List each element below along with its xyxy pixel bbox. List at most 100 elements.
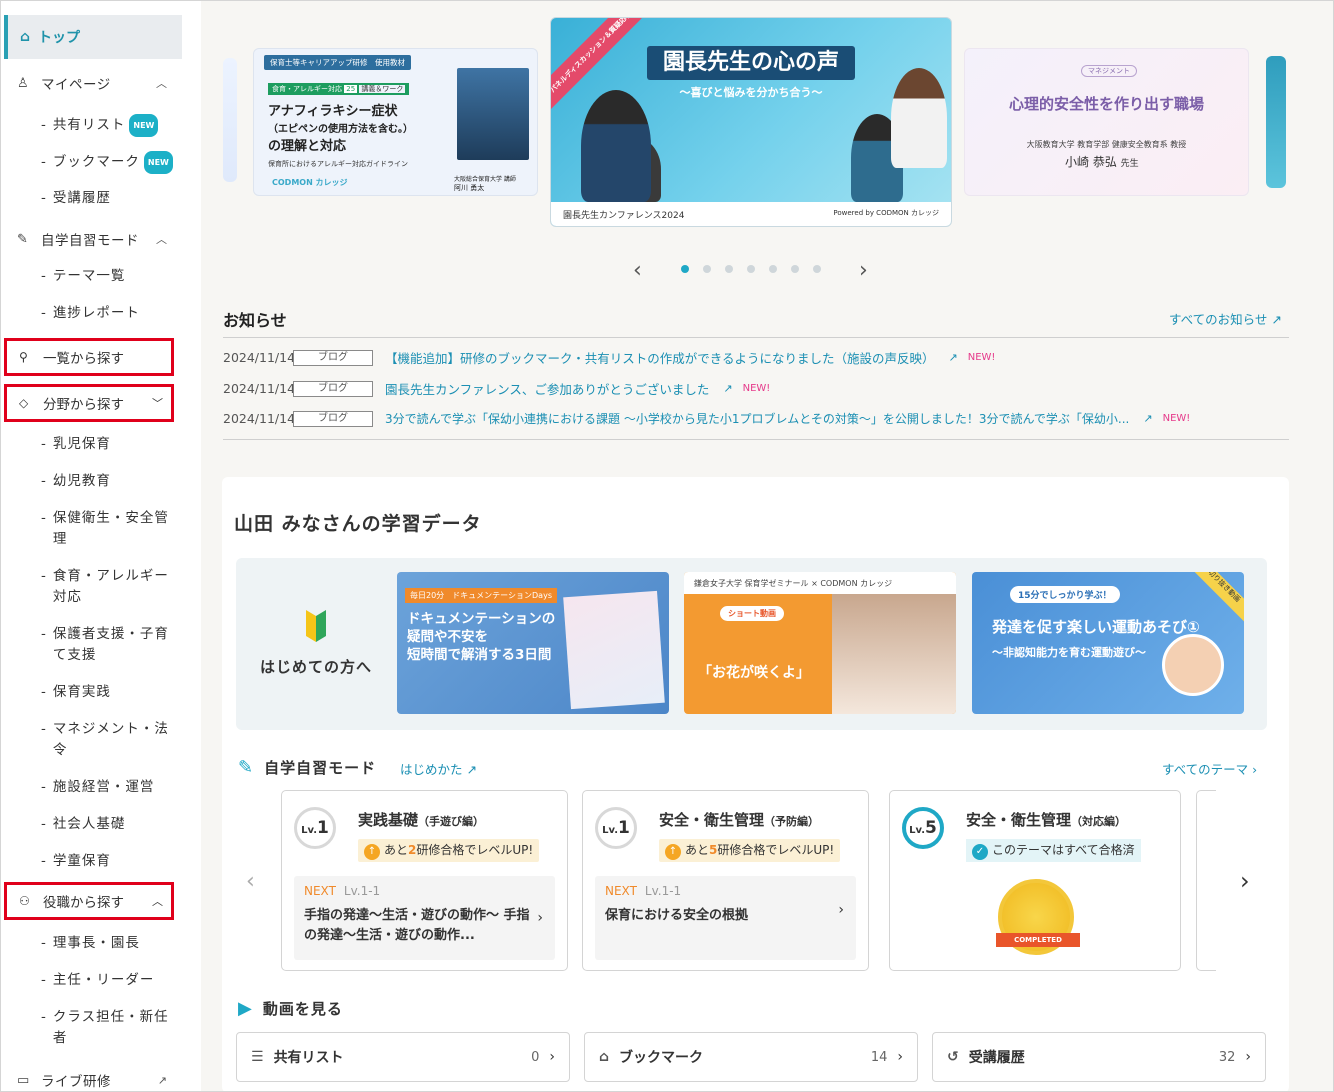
next-lesson[interactable]: NEXT Lv.1-1 保育における安全の根拠 › xyxy=(595,876,856,960)
news-item[interactable]: 2024/11/14 ブログ 【機能追加】研修のブックマーク・共有リストの作成が… xyxy=(223,348,995,367)
next-lesson-title: 保育における安全の根拠 xyxy=(605,908,749,923)
carousel-dot[interactable] xyxy=(813,265,821,273)
theme-name: 安全・衛生管理（予防編） xyxy=(659,811,820,829)
sidebar-item-list-search[interactable]: ⚲ 一覧から探す xyxy=(4,338,174,376)
speaker-name: 小崎 恭弘 先生 xyxy=(1065,155,1139,169)
news-category-badge: ブログ xyxy=(293,410,373,427)
speaker-photo xyxy=(891,68,947,168)
news-link[interactable]: 園長先生カンファレンス、ご参加ありがとうございました xyxy=(385,379,709,398)
theme-card[interactable]: Lv.1 安全・衛生管理（予防編） ↑ あと5研修合格でレベルUP! NEXT Lv… xyxy=(582,790,869,971)
banner-image xyxy=(1162,634,1224,696)
sidebar-item-role[interactable]: - クラス担任・新任者 xyxy=(1,1007,181,1049)
news-item[interactable]: 2024/11/14 ブログ 園長先生カンファレンス、ご参加ありがとうございまし… xyxy=(223,379,770,398)
all-themes-link[interactable]: すべてのテーマ › xyxy=(1162,759,1257,778)
banner-head: 鎌倉女子大学 保育学ゼミナール × CODMON カレッジ xyxy=(684,572,956,594)
howto-link[interactable]: はじめかた ↗ xyxy=(400,759,477,778)
count: 0 xyxy=(531,1049,540,1065)
carousel-dot[interactable] xyxy=(725,265,733,273)
sidebar-item-field[interactable]: - 食育・アレルギー対応 xyxy=(1,566,181,608)
sidebar-item-field[interactable]: - 保護者支援・子育て支援 xyxy=(1,624,181,666)
banner-corner-tag: 切り抜き動画 xyxy=(1188,572,1244,622)
external-link-icon: ↗ xyxy=(1271,312,1282,327)
level-badge: Lv.5 xyxy=(902,807,944,849)
banner-motor-play[interactable]: 15分でしっかり学ぶ！ 切り抜き動画 発達を促す楽しい運動あそび① 〜非認知能力… xyxy=(972,572,1244,714)
sidebar-item-label: テーマ一覧 xyxy=(52,268,126,284)
sidebar-item-field[interactable]: - マネジメント・法令 xyxy=(1,719,181,761)
count: 32 xyxy=(1218,1049,1236,1065)
carousel-slide-active[interactable]: パネルディスカッション＆質疑応答 園長先生の心の声 〜喜びと悩みを分かち合う〜 … xyxy=(550,17,952,227)
carousel-slide-partial[interactable] xyxy=(1266,56,1286,188)
sidebar-item-label: 社会人基礎 xyxy=(52,816,126,832)
video-link-bookmark[interactable]: ⌂ ブックマーク 14 › xyxy=(584,1032,918,1082)
sidebar-item-progress-report[interactable]: - 進捗レポート xyxy=(1,303,181,324)
carousel-slide-partial[interactable] xyxy=(223,58,237,182)
theme-name: 安全・衛生管理（対応編） xyxy=(966,811,1127,829)
banner-short-video[interactable]: 鎌倉女子大学 保育学ゼミナール × CODMON カレッジ ショート動画 「お花… xyxy=(684,572,956,714)
news-all-link[interactable]: すべてのお知らせ ↗ xyxy=(1169,309,1282,328)
sidebar-item-field[interactable]: - 乳児保育 xyxy=(1,434,181,455)
sidebar-item-label: 受講履歴 xyxy=(52,190,111,206)
theme-card[interactable]: Lv.1 実践基礎（手遊び編） ↑ あと2研修合格でレベルUP! NEXT Lv.1… xyxy=(281,790,568,971)
carousel-next-button[interactable]: › xyxy=(859,258,868,283)
learning-data-panel: 山田 みなさんの学習データ はじめての方へ 毎日20分 ドキュメンテーションDa… xyxy=(222,477,1289,1091)
news-item[interactable]: 2024/11/14 ブログ 3分で読んで学ぶ「保幼小連携における課題 〜小学校… xyxy=(223,410,1190,427)
carousel-slide[interactable]: 保育士等キャリアアップ研修 使用教材 食育・アレルギー対応 25 講義＆ワーク … xyxy=(253,48,538,196)
divider xyxy=(223,439,1289,440)
speaker-name: 大阪総合保育大学 講師 阿川 勇太 xyxy=(454,176,516,192)
sidebar-item-field[interactable]: - 保健衛生・安全管理 xyxy=(1,508,181,550)
themes-next-button[interactable]: › xyxy=(1240,867,1250,895)
sidebar-item-live[interactable]: ▭ ライブ研修 ↗ xyxy=(1,1065,181,1091)
sidebar-item-field-search[interactable]: ◇ 分野から探す ﹀ xyxy=(4,384,174,422)
banner-documentation[interactable]: 毎日20分 ドキュメンテーションDays ドキュメンテーションの 疑問や不安を … xyxy=(397,572,669,714)
chevron-down-icon: ﹀ xyxy=(152,397,163,410)
sidebar-section-selfstudy[interactable]: ✎ 自学自習モード ︿ xyxy=(1,224,181,254)
external-link-icon: ↗ xyxy=(948,351,958,364)
news-link[interactable]: 【機能追加】研修のブックマーク・共有リストの作成ができるようになりました（施設の… xyxy=(385,348,935,367)
carousel-dot[interactable] xyxy=(747,265,755,273)
intro-label[interactable]: はじめての方へ xyxy=(260,656,372,677)
sidebar-item-theme-list[interactable]: - テーマ一覧 xyxy=(1,266,181,287)
slide-tag: 食育・アレルギー対応 25 講義＆ワーク xyxy=(268,83,410,95)
sidebar-item-role[interactable]: - 主任・リーダー xyxy=(1,970,181,991)
carousel-dot[interactable] xyxy=(769,265,777,273)
sidebar-item-label: 役職から探す xyxy=(43,895,124,911)
sidebar-item-field[interactable]: - 施設経営・運営 xyxy=(1,777,181,798)
play-icon: ▶ xyxy=(238,998,253,1019)
themes-prev-button[interactable]: ‹ xyxy=(246,869,255,894)
sidebar-item-label: 進捗レポート xyxy=(52,305,140,321)
sidebar-item-bookmark[interactable]: - ブックマーク NEW xyxy=(1,151,181,174)
sidebar-section-mypage[interactable]: ♙ マイページ ︿ xyxy=(1,68,181,98)
chevron-up-icon: ︿ xyxy=(152,895,163,908)
new-badge: NEW! xyxy=(967,352,996,363)
news-date: 2024/11/14 xyxy=(223,411,296,426)
sidebar-item-field[interactable]: - 学童保育 xyxy=(1,851,181,872)
slide-subtitle: 〜喜びと悩みを分かち合う〜 xyxy=(679,86,823,99)
sidebar-item-label: ブックマーク xyxy=(52,154,140,170)
next-lesson[interactable]: NEXT Lv.1-1 手指の発達〜生活・遊びの動作〜 手指の発達〜生活・遊びの動… xyxy=(294,876,555,960)
carousel-dot[interactable] xyxy=(681,265,689,273)
sidebar-item-role[interactable]: - 理事長・園長 xyxy=(1,933,181,954)
video-link-shared-list[interactable]: ☰ 共有リスト 0 › xyxy=(236,1032,570,1082)
sidebar-item-label: マネジメント・法令 xyxy=(52,721,169,758)
sidebar-item-role-search[interactable]: ⚇ 役職から探す ︿ xyxy=(4,882,174,920)
external-link-icon: ↗ xyxy=(157,1073,167,1087)
carousel-dot[interactable] xyxy=(703,265,711,273)
video-link-history[interactable]: ↺ 受講履歴 32 › xyxy=(932,1032,1266,1082)
completed-medal-icon: COMPLETED xyxy=(996,879,1080,955)
banner-title: ドキュメンテーションの 疑問や不安を 短時間で解消する3日間 xyxy=(407,611,556,663)
sidebar-item-shared-list[interactable]: - 共有リスト NEW xyxy=(1,114,181,137)
news-category-badge: ブログ xyxy=(293,380,373,397)
sidebar-item-field[interactable]: - 幼児教育 xyxy=(1,471,181,492)
news-link[interactable]: 3分で読んで学ぶ「保幼小連携における課題 〜小学校から見た小1プロブレムとその対… xyxy=(385,410,1129,427)
sidebar-item-label: 保護者支援・子育て支援 xyxy=(52,626,169,663)
sidebar-item-field[interactable]: - 社会人基礎 xyxy=(1,814,181,835)
carousel-prev-button[interactable]: ‹ xyxy=(633,258,642,283)
selfstudy-heading: ✎ 自学自習モード xyxy=(238,757,377,778)
carousel-slide[interactable]: マネジメント 心理的安全性を作り出す職場 大阪教育大学 教育学部 健康安全教育系… xyxy=(964,48,1249,196)
carousel-dot[interactable] xyxy=(791,265,799,273)
sidebar-item-top[interactable]: ⌂ トップ xyxy=(4,15,182,59)
theme-card[interactable]: Lv.5 安全・衛生管理（対応編） ✓ このテーマはすべて合格済 COMPLETE… xyxy=(889,790,1181,971)
sidebar-item-history[interactable]: - 受講履歴 xyxy=(1,188,181,209)
sidebar-item-field[interactable]: - 保育実践 xyxy=(1,682,181,703)
theme-card-partial[interactable] xyxy=(1196,790,1216,971)
